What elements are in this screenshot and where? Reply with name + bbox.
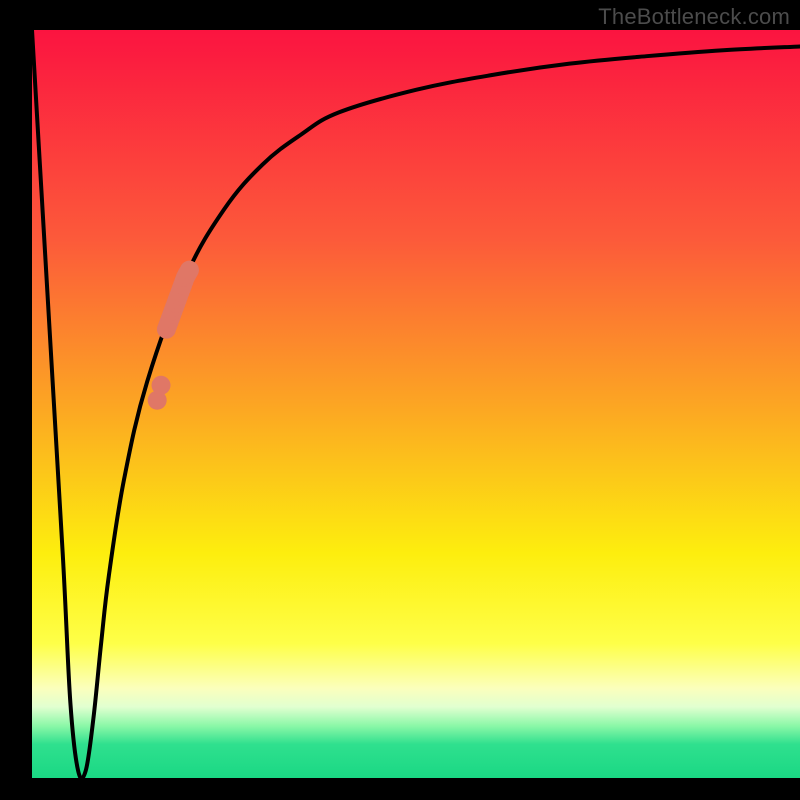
watermark-text: TheBottleneck.com bbox=[598, 4, 790, 30]
chart-svg bbox=[0, 0, 800, 800]
chart-stage: TheBottleneck.com bbox=[0, 0, 800, 800]
data-point bbox=[152, 376, 171, 395]
data-point bbox=[180, 261, 199, 280]
plot-area bbox=[32, 30, 800, 778]
